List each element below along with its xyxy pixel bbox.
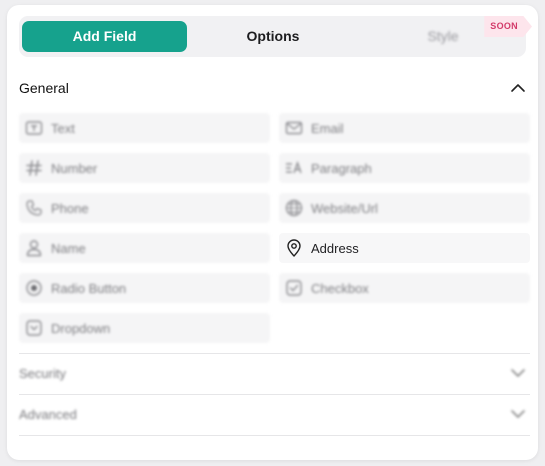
section-security-title: Security (19, 365, 66, 381)
section-divider (19, 435, 530, 436)
checkbox-icon (284, 278, 304, 298)
field-website-url-label: Website/Url (311, 200, 378, 216)
field-dropdown[interactable]: Dropdown (19, 313, 270, 343)
location-pin-icon (284, 238, 304, 258)
dropdown-icon (24, 318, 44, 338)
tab-add-field[interactable]: Add Field (22, 21, 187, 52)
section-divider (19, 353, 530, 354)
field-email[interactable]: Email (279, 113, 530, 143)
globe-icon (284, 198, 304, 218)
text-icon (24, 118, 44, 138)
envelope-icon (284, 118, 304, 138)
tab-bar: Add Field Options Style SOON (19, 16, 532, 57)
section-advanced-header[interactable]: Advanced (19, 403, 526, 425)
field-radio-button-label: Radio Button (51, 280, 127, 296)
section-security-header[interactable]: Security (19, 362, 526, 384)
field-number[interactable]: Number (19, 153, 270, 183)
field-builder-panel: Add Field Options Style SOON General Tex… (7, 5, 538, 460)
tab-style-label: Style (427, 28, 459, 44)
field-text[interactable]: Text (19, 113, 270, 143)
field-text-label: Text (51, 120, 75, 136)
field-name[interactable]: Name (19, 233, 270, 263)
field-dropdown-label: Dropdown (51, 320, 111, 336)
field-checkbox-label: Checkbox (311, 280, 369, 296)
radio-icon (24, 278, 44, 298)
field-paragraph[interactable]: Paragraph (279, 153, 530, 183)
field-radio-button[interactable]: Radio Button (19, 273, 270, 303)
soon-badge: SOON (484, 16, 532, 37)
field-phone[interactable]: Phone (19, 193, 270, 223)
user-icon (24, 238, 44, 258)
hash-icon (24, 158, 44, 178)
field-phone-label: Phone (51, 200, 89, 216)
section-general-header[interactable]: General (19, 77, 526, 99)
field-checkbox[interactable]: Checkbox (279, 273, 530, 303)
section-general-title: General (19, 80, 69, 96)
paragraph-icon (284, 158, 304, 178)
field-address[interactable]: Address (279, 233, 530, 263)
section-divider (19, 394, 530, 395)
section-advanced-title: Advanced (19, 406, 77, 422)
field-website-url[interactable]: Website/Url (279, 193, 530, 223)
field-paragraph-label: Paragraph (311, 160, 372, 176)
field-name-label: Name (51, 240, 86, 256)
chevron-down-icon (511, 369, 525, 377)
field-number-label: Number (51, 160, 98, 176)
tab-options[interactable]: Options (189, 16, 357, 57)
chevron-down-icon (511, 410, 525, 418)
field-address-label: Address (311, 240, 359, 256)
chevron-up-icon (511, 84, 525, 92)
field-email-label: Email (311, 120, 344, 136)
phone-icon (24, 198, 44, 218)
